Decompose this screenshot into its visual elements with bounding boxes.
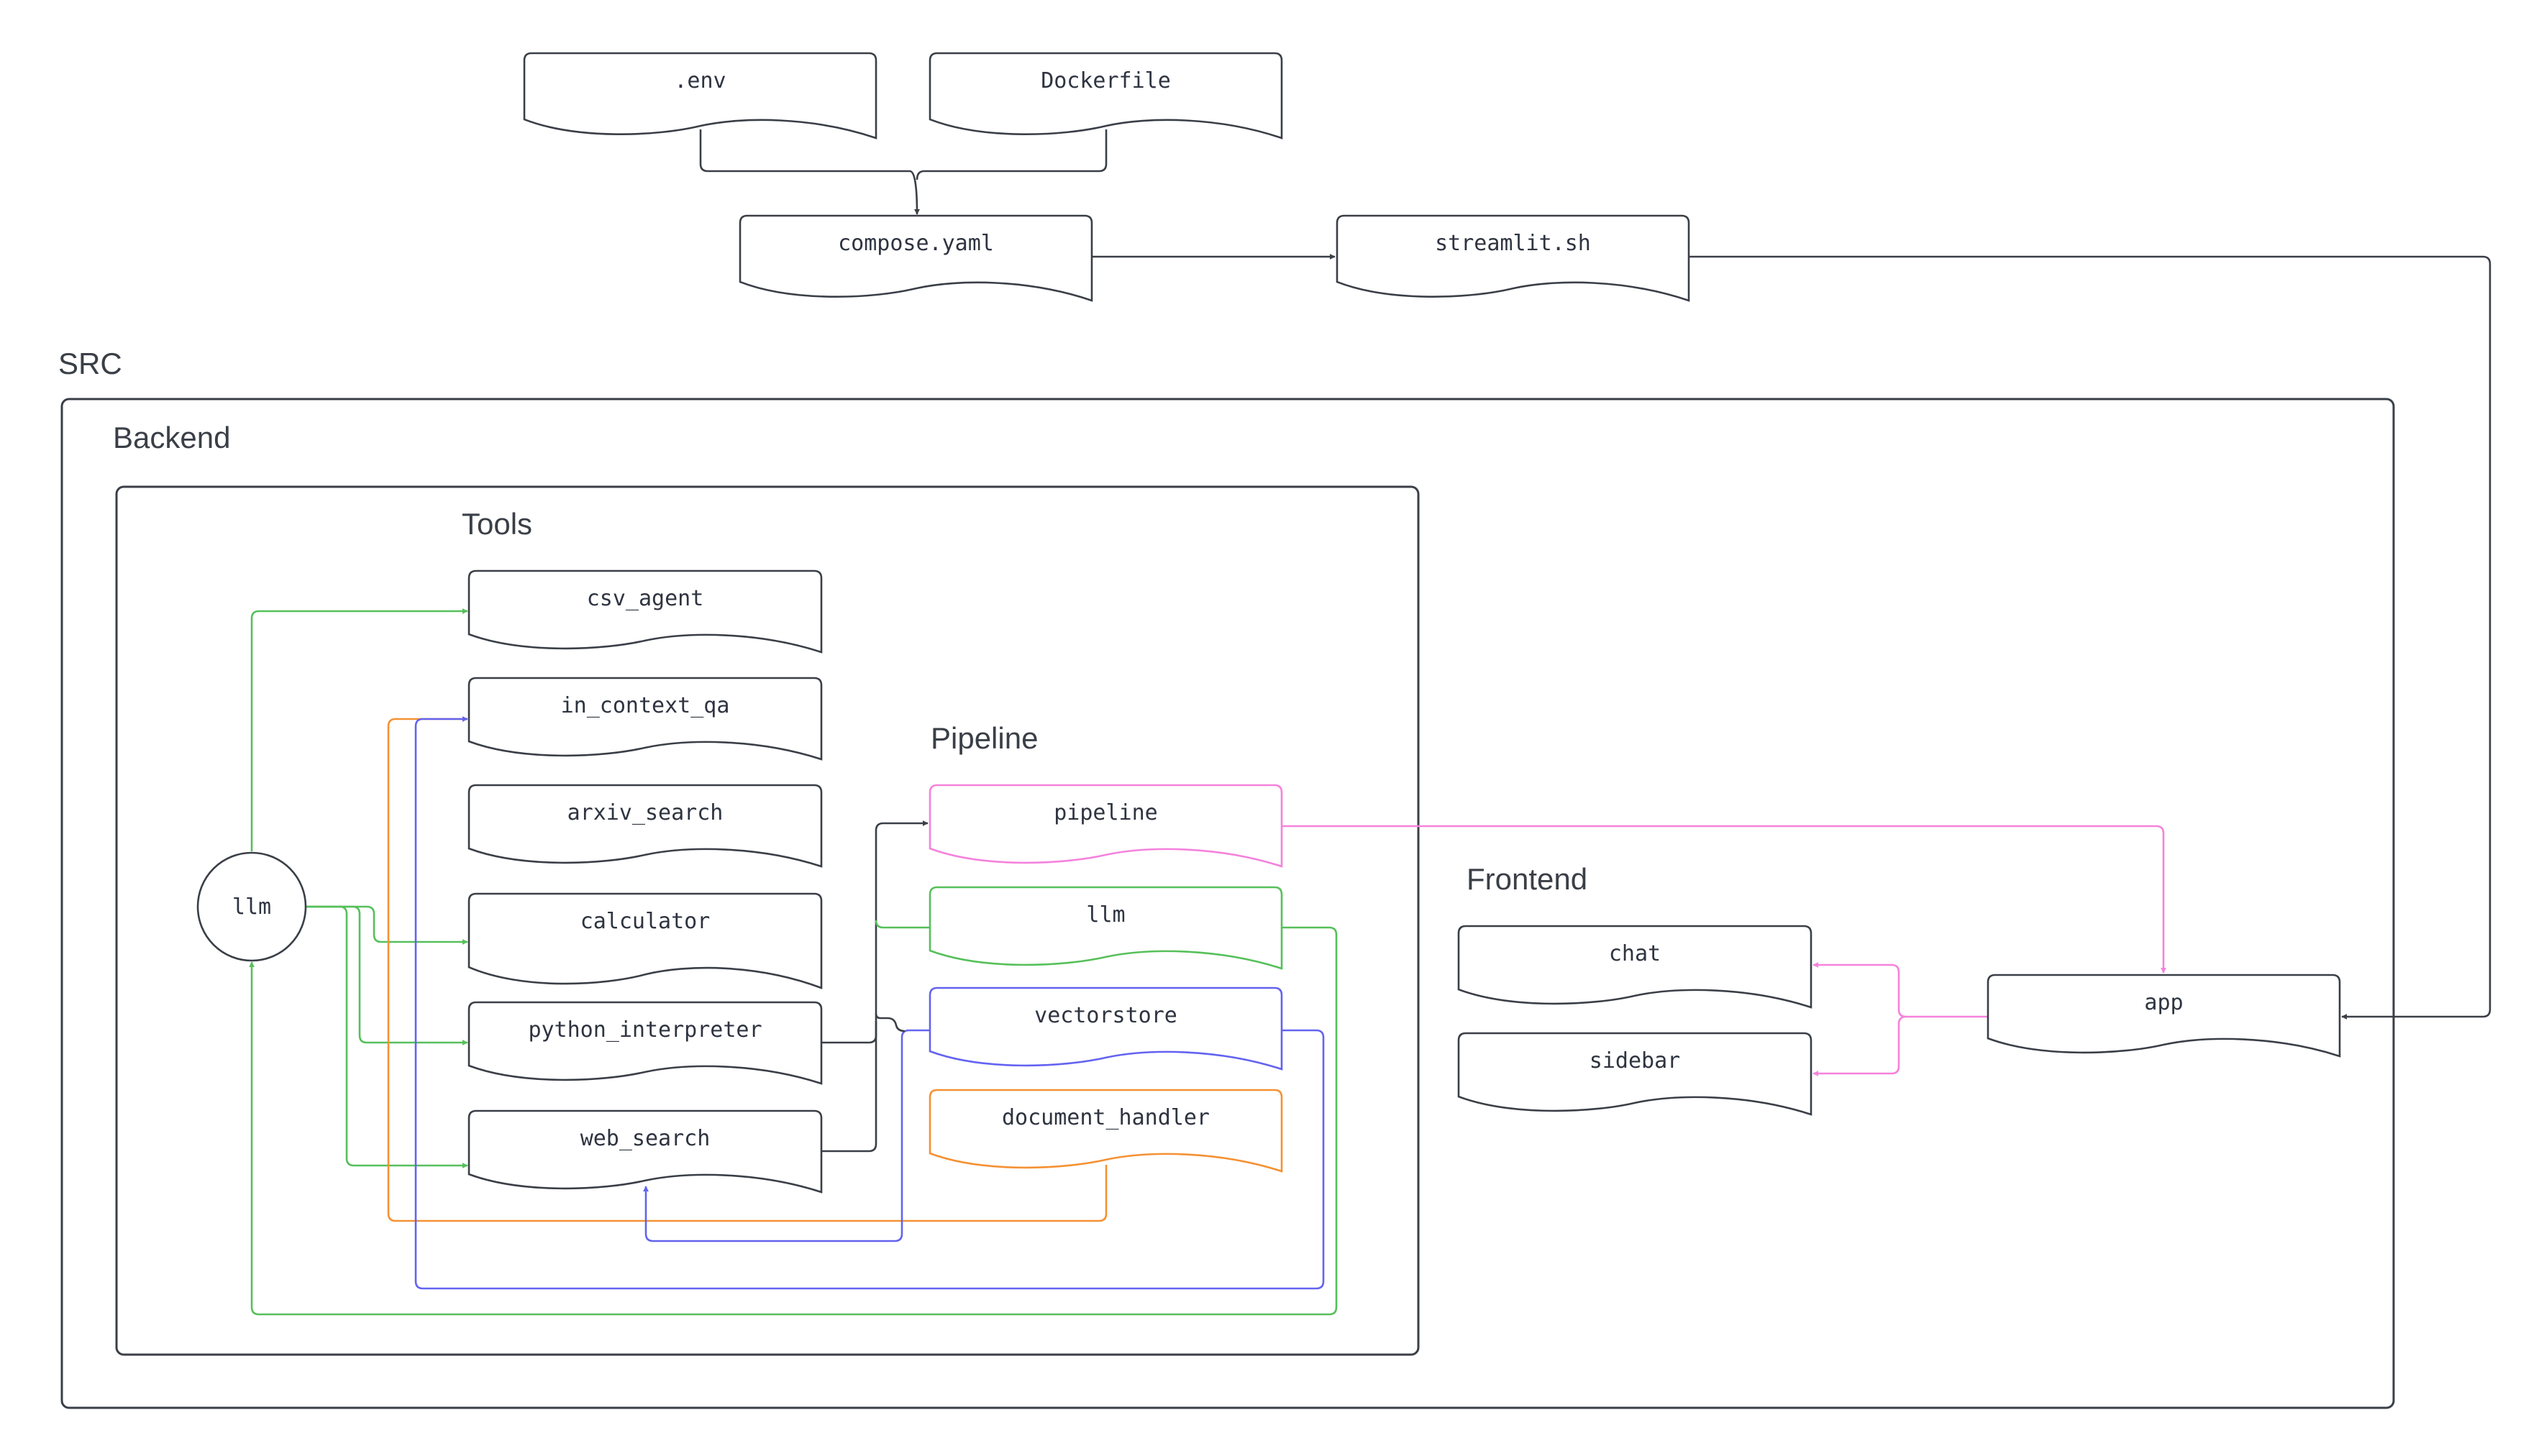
group-label-src: SRC — [58, 347, 122, 380]
node-label: .env — [674, 68, 726, 93]
node-label: csv_agent — [587, 586, 704, 611]
document-shape — [468, 1109, 823, 1194]
edge-app-to-sidebar — [1812, 1015, 1907, 1076]
llm-tool-label: llm — [232, 894, 271, 920]
group-label-backend: Backend — [113, 421, 230, 454]
node-pipeline[interactable]: pipeline — [929, 784, 1283, 868]
node-label: chat — [1609, 941, 1661, 966]
document-shape — [468, 569, 823, 654]
node-env[interactable]: .env — [523, 52, 877, 139]
document-shape — [468, 784, 823, 868]
document-shape — [1457, 1032, 1812, 1116]
document-shape — [468, 892, 823, 989]
document-shape — [1336, 214, 1690, 302]
node-label: arxiv_search — [567, 800, 724, 825]
edge-llm-to-python-interpreter — [306, 905, 468, 1045]
edge-streamlit-to-app — [1689, 255, 2491, 1020]
document-shape — [929, 784, 1283, 868]
node-chat[interactable]: chat — [1457, 925, 1812, 1009]
node-csv-agent[interactable]: csv_agent — [468, 569, 823, 654]
node-llm-pipeline[interactable]: llm — [929, 886, 1283, 970]
node-web-search[interactable]: web_search — [468, 1109, 823, 1194]
node-dockerfile[interactable]: Dockerfile — [929, 52, 1283, 139]
document-shape — [468, 677, 823, 761]
group-label-frontend: Frontend — [1467, 862, 1587, 896]
node-label: pipeline — [1054, 800, 1158, 825]
node-label: llm — [1086, 902, 1125, 928]
node-label: vectorstore — [1034, 1003, 1177, 1028]
document-shape — [1457, 925, 1812, 1009]
node-label: app — [2144, 990, 2183, 1015]
node-label: compose.yaml — [838, 231, 994, 256]
node-calculator[interactable]: calculator — [468, 892, 823, 989]
document-shape — [468, 1001, 823, 1085]
document-shape — [929, 52, 1283, 139]
node-sidebar[interactable]: sidebar — [1457, 1032, 1812, 1116]
edge-app-to-chat — [1812, 962, 1988, 1018]
architecture-diagram: SRC Backend Tools Pipeline Frontend .env… — [58, 52, 2491, 1409]
group-label-tools: Tools — [462, 507, 532, 541]
edge-web-search-to-pipeline — [821, 1021, 877, 1153]
edge-env-to-compose — [699, 129, 920, 215]
node-app[interactable]: app — [1987, 974, 2341, 1058]
document-shape — [929, 986, 1283, 1071]
node-label: in_context_qa — [561, 693, 730, 718]
edge-jump-over — [875, 1013, 906, 1033]
nodes: .env Dockerfile compose.yaml streamlit.sh cs… — [468, 52, 2341, 1194]
document-shape — [929, 1089, 1283, 1173]
document-shape — [1987, 974, 2341, 1058]
node-compose[interactable]: compose.yaml — [739, 214, 1093, 302]
node-label: Dockerfile — [1041, 68, 1171, 93]
document-shape — [739, 214, 1093, 302]
document-shape — [523, 52, 877, 139]
node-label: streamlit.sh — [1435, 231, 1591, 256]
edge-pipeline-llm-left — [875, 920, 930, 929]
node-in-context-qa[interactable]: in_context_qa — [468, 677, 823, 761]
node-label: calculator — [580, 909, 711, 934]
group-label-pipeline: Pipeline — [931, 721, 1038, 755]
node-label: web_search — [580, 1126, 711, 1151]
node-vectorstore[interactable]: vectorstore — [929, 986, 1283, 1071]
node-label: sidebar — [1590, 1048, 1680, 1073]
document-shape — [929, 886, 1283, 970]
edge-dockerfile-to-compose — [916, 129, 1108, 180]
node-arxiv-search[interactable]: arxiv_search — [468, 784, 823, 868]
node-label: document_handler — [1002, 1105, 1210, 1130]
node-document-handler[interactable]: document_handler — [929, 1089, 1283, 1173]
edge-llm-to-calculator — [306, 905, 468, 945]
node-label: python_interpreter — [528, 1017, 762, 1043]
edge-llm-to-csv-agent — [250, 608, 468, 851]
node-python-interpreter[interactable]: python_interpreter — [468, 1001, 823, 1085]
edge-python-interpreter-to-pipeline — [821, 820, 929, 1044]
edge-llm-to-web-search — [306, 905, 468, 1168]
node-streamlit[interactable]: streamlit.sh — [1336, 214, 1690, 302]
